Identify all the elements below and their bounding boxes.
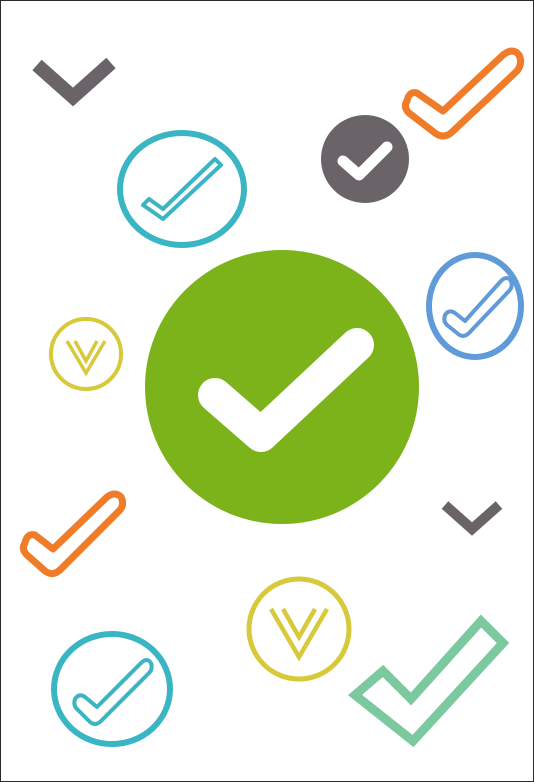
illustration-canvas bbox=[0, 0, 534, 782]
checkmark-circle-large-filled-icon bbox=[143, 249, 421, 525]
checkmark-outline-icon bbox=[19, 489, 129, 579]
checkmark-outline-icon bbox=[347, 613, 510, 749]
checkmark-circle-outline-icon bbox=[49, 629, 175, 749]
checkmark-circle-outline-icon bbox=[115, 129, 249, 249]
checkmark-circle-outline-icon bbox=[425, 251, 525, 361]
checkmark-outline-icon bbox=[399, 43, 525, 141]
chevron-down-icon bbox=[29, 53, 119, 111]
chevron-down-icon bbox=[439, 497, 505, 537]
chevron-circle-outline-icon bbox=[245, 575, 353, 683]
checkmark-circle-filled-icon bbox=[319, 113, 411, 205]
chevron-circle-outline-icon bbox=[47, 315, 125, 393]
